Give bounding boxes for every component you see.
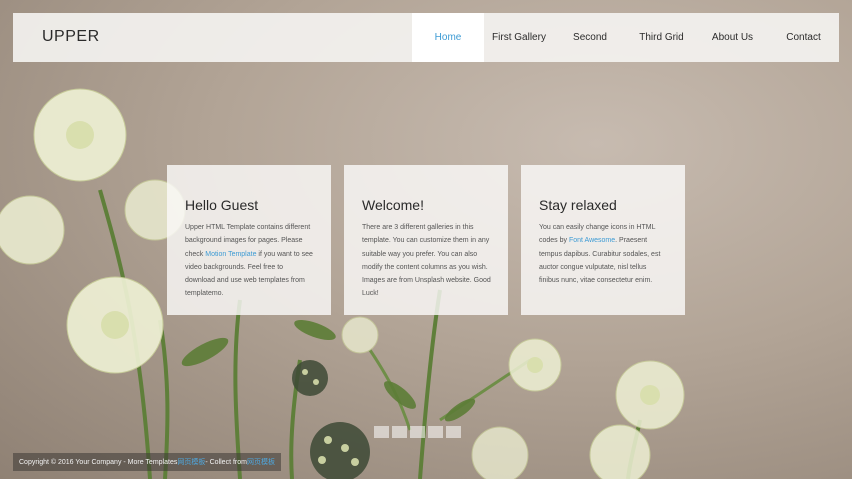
card-hello-guest: Hello Guest Upper HTML Template contains… bbox=[167, 165, 331, 315]
card-title: Welcome! bbox=[362, 197, 424, 213]
nav-item-first-gallery[interactable]: First Gallery bbox=[484, 13, 554, 62]
top-navbar: UPPER Home First Gallery Second Third Gr… bbox=[13, 13, 839, 62]
footer-copyright: Copyright © 2016 Your Company - More Tem… bbox=[19, 458, 178, 466]
footer: Copyright © 2016 Your Company - More Tem… bbox=[13, 453, 281, 471]
footer-collect-text: - Collect from bbox=[205, 458, 247, 466]
motion-template-link[interactable]: Motion Template bbox=[205, 251, 256, 258]
card-title: Stay relaxed bbox=[539, 197, 617, 213]
gallery-indicator[interactable] bbox=[392, 426, 407, 438]
footer-templates-link[interactable]: 网页模板 bbox=[177, 457, 205, 467]
card-title: Hello Guest bbox=[185, 197, 259, 213]
card-welcome: Welcome! There are 3 different galleries… bbox=[344, 165, 508, 315]
nav-item-about-us[interactable]: About Us bbox=[697, 13, 768, 62]
gallery-indicators bbox=[374, 426, 461, 438]
nav-item-third-grid[interactable]: Third Grid bbox=[626, 13, 697, 62]
gallery-indicator[interactable] bbox=[446, 426, 461, 438]
card-text: There are 3 different galleries in this … bbox=[362, 224, 491, 298]
nav-item-contact[interactable]: Contact bbox=[768, 13, 839, 62]
card-text: You can easily change icons in HTML code… bbox=[539, 221, 668, 287]
font-awesome-link[interactable]: Font Awesome bbox=[569, 237, 615, 244]
nav-item-second[interactable]: Second bbox=[554, 13, 626, 62]
card-stay-relaxed: Stay relaxed You can easily change icons… bbox=[521, 165, 685, 315]
card-text-part: . Praesent tempus dapibus. Curabitur sod… bbox=[539, 237, 661, 285]
gallery-indicator[interactable] bbox=[374, 426, 389, 438]
nav-item-home[interactable]: Home bbox=[412, 13, 484, 62]
gallery-indicator[interactable] bbox=[410, 426, 425, 438]
brand-logo[interactable]: UPPER bbox=[42, 28, 100, 46]
main-nav: Home First Gallery Second Third Grid Abo… bbox=[412, 13, 839, 62]
footer-collect-link[interactable]: 网页模板 bbox=[247, 457, 275, 467]
card-text: Upper HTML Template contains different b… bbox=[185, 221, 314, 301]
gallery-indicator[interactable] bbox=[428, 426, 443, 438]
